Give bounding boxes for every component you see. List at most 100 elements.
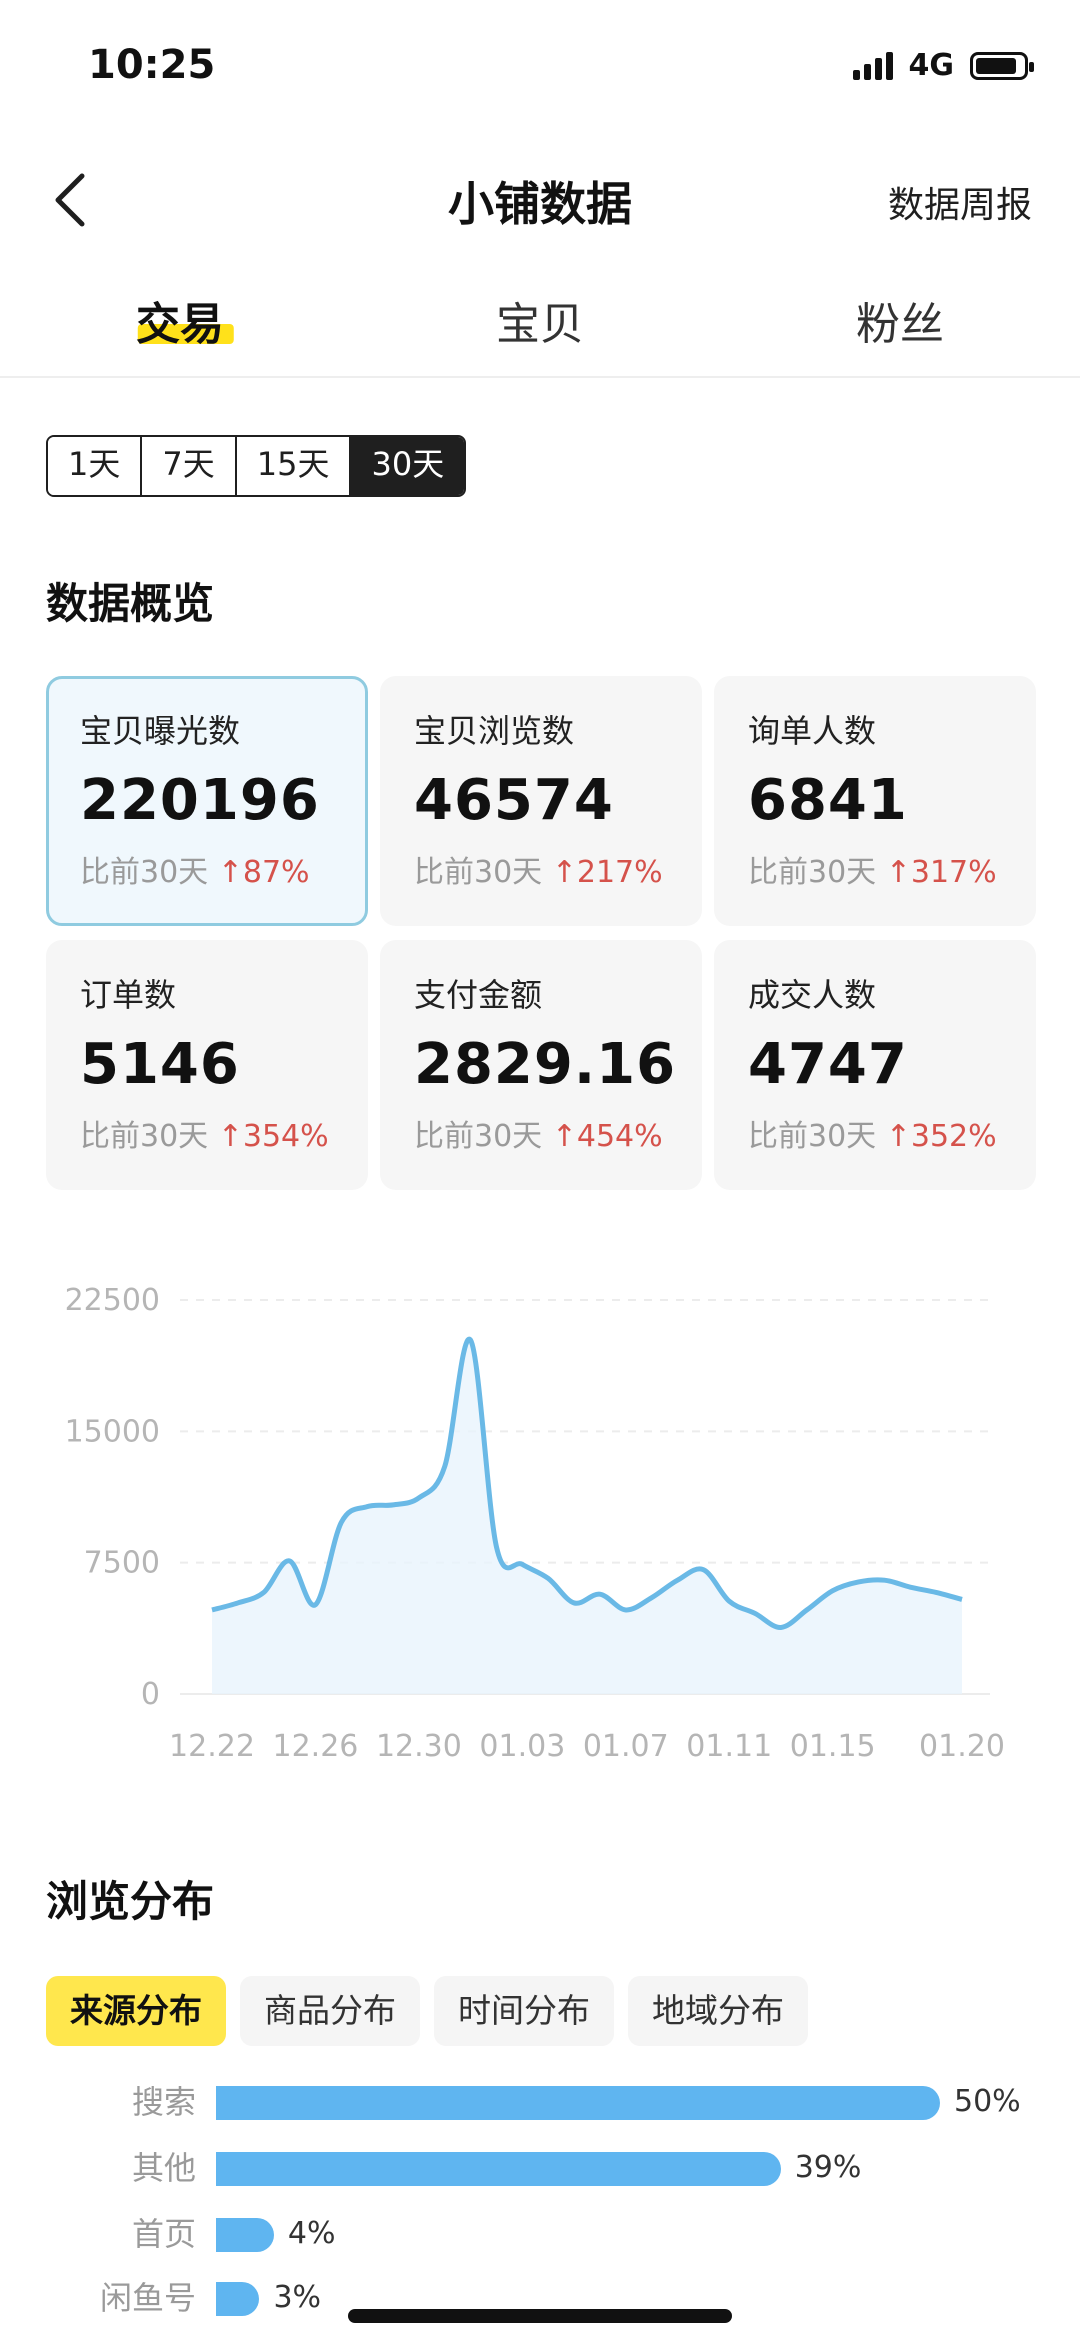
- data-point: [831, 1589, 835, 1593]
- metric-label: 询单人数: [748, 712, 877, 750]
- data-point: [882, 1578, 886, 1582]
- data-point: [572, 1601, 576, 1605]
- compare-prefix: 比前30天: [80, 1119, 209, 1154]
- tab-label: 宝贝: [496, 299, 584, 350]
- tab-region-distribution[interactable]: 地域分布: [628, 1976, 808, 2046]
- data-point: [262, 1590, 266, 1594]
- data-point: [857, 1580, 861, 1584]
- data-point: [313, 1603, 317, 1607]
- data-point: [546, 1576, 550, 1580]
- tab-label: 交易: [136, 299, 224, 350]
- tab-time-distribution[interactable]: 时间分布: [434, 1976, 614, 2046]
- compare-prefix: 比前30天: [80, 855, 209, 890]
- change-percent: 354%: [242, 1119, 329, 1154]
- metrics-grid: 宝贝曝光数 220196 比前30天 ↑87% 宝贝浏览数 46574 比前30…: [46, 676, 1036, 1190]
- x-tick-label: 01.07: [583, 1729, 669, 1764]
- metric-compare: 比前30天 ↑354%: [80, 1111, 338, 1155]
- weekly-report-link[interactable]: 数据周报: [888, 176, 1032, 228]
- range-15-days[interactable]: 15天: [236, 437, 352, 495]
- arrow-up-icon: ↑: [217, 855, 243, 890]
- arrow-up-icon: ↑: [885, 1119, 911, 1154]
- metric-value: 220196: [80, 768, 320, 833]
- change-percent: 317%: [910, 855, 997, 890]
- data-point: [779, 1625, 783, 1629]
- x-tick-label: 01.15: [790, 1729, 876, 1764]
- metric-compare: 比前30天 ↑87%: [80, 847, 338, 891]
- distribution-row: 其他 39%: [0, 2148, 1080, 2188]
- x-tick-label: 01.11: [686, 1729, 772, 1764]
- metric-compare: 比前30天 ↑217%: [414, 847, 672, 891]
- y-tick-label: 22500: [65, 1283, 160, 1318]
- tab-item-distribution[interactable]: 商品分布: [240, 1976, 420, 2046]
- compare-prefix: 比前30天: [414, 1119, 543, 1154]
- bar-fill: [216, 2218, 274, 2252]
- metric-label: 宝贝曝光数: [80, 712, 241, 750]
- date-range-selector: 1天 7天 15天 30天: [46, 435, 467, 497]
- distribution-tabs: 来源分布 商品分布 时间分布 地域分布: [46, 1976, 808, 2046]
- y-tick-label: 0: [141, 1677, 160, 1712]
- x-tick-label: 12.22: [169, 1729, 255, 1764]
- source-distribution-bars: 搜索 50% 其他 39% 首页 4% 闲鱼号 3%: [0, 2080, 1080, 2337]
- bar-fill: [216, 2152, 781, 2186]
- network-label: 4G: [908, 48, 955, 83]
- arrow-up-icon: ↑: [217, 1119, 243, 1154]
- metric-card-views[interactable]: 宝贝浏览数 46574 比前30天 ↑217%: [380, 676, 702, 926]
- bar-fill: [216, 2086, 940, 2120]
- data-point: [598, 1592, 602, 1596]
- range-7-days[interactable]: 7天: [142, 437, 237, 495]
- distribution-row: 首页 4%: [0, 2214, 1080, 2254]
- data-point: [443, 1464, 447, 1468]
- bar-fill: [216, 2282, 260, 2316]
- data-point: [391, 1503, 395, 1507]
- data-point: [494, 1545, 498, 1549]
- metric-card-buyers[interactable]: 成交人数 4747 比前30天 ↑352%: [714, 940, 1036, 1190]
- metric-value: 6841: [748, 768, 908, 833]
- tab-fans[interactable]: 粉丝: [720, 270, 1080, 376]
- range-1-day[interactable]: 1天: [48, 437, 143, 495]
- signal-icon: [852, 51, 893, 80]
- data-point: [624, 1608, 628, 1612]
- change-percent: 217%: [576, 855, 663, 890]
- data-point: [520, 1562, 524, 1566]
- trend-chart-svg: 0 7500 15000 22500 12.22 12.26 12.30 01.03 01.07…: [65, 1283, 1005, 1764]
- metric-card-inquiries[interactable]: 询单人数 6841 比前30天 ↑317%: [714, 676, 1036, 926]
- overview-title: 数据概览: [46, 579, 215, 628]
- metric-card-payment[interactable]: 支付金额 2829.16 比前30天 ↑454%: [380, 940, 702, 1190]
- tab-source-distribution[interactable]: 来源分布: [46, 1976, 226, 2046]
- x-tick-label: 12.30: [376, 1729, 462, 1764]
- compare-prefix: 比前30天: [748, 1119, 877, 1154]
- metric-label: 订单数: [80, 976, 177, 1014]
- bar-label: 其他: [131, 2149, 196, 2187]
- metric-label: 支付金额: [414, 976, 543, 1014]
- change-percent: 352%: [910, 1119, 997, 1154]
- data-point: [339, 1520, 343, 1524]
- metric-label: 成交人数: [748, 976, 877, 1014]
- metric-compare: 比前30天 ↑454%: [414, 1111, 672, 1155]
- data-point: [288, 1559, 292, 1563]
- data-point: [960, 1597, 964, 1601]
- metric-card-orders[interactable]: 订单数 5146 比前30天 ↑354%: [46, 940, 368, 1190]
- arrow-up-icon: ↑: [885, 855, 911, 890]
- main-tabs: 交易 宝贝 粉丝: [0, 270, 1080, 378]
- bar-percent: 50%: [954, 2084, 1021, 2119]
- data-point: [701, 1568, 705, 1572]
- bar-label: 闲鱼号: [99, 2279, 196, 2317]
- range-30-days[interactable]: 30天: [351, 437, 465, 495]
- bar-percent: 3%: [273, 2280, 322, 2315]
- data-point: [805, 1608, 809, 1612]
- nav-bar: 小铺数据 数据周报: [0, 140, 1080, 260]
- data-point: [908, 1585, 912, 1589]
- tab-items[interactable]: 宝贝: [360, 270, 720, 376]
- status-bar: 10:25 4G: [0, 0, 1080, 120]
- data-point: [727, 1599, 731, 1603]
- data-point: [650, 1596, 654, 1600]
- status-indicators: 4G: [852, 48, 1034, 83]
- metric-label: 宝贝浏览数: [414, 712, 575, 750]
- bar-label: 首页: [131, 2215, 196, 2253]
- compare-prefix: 比前30天: [748, 855, 877, 890]
- data-point: [676, 1578, 680, 1582]
- tab-transactions[interactable]: 交易: [0, 270, 360, 376]
- data-point: [236, 1601, 240, 1605]
- metric-card-exposure[interactable]: 宝贝曝光数 220196 比前30天 ↑87%: [46, 676, 368, 926]
- x-tick-label: 12.26: [273, 1729, 359, 1764]
